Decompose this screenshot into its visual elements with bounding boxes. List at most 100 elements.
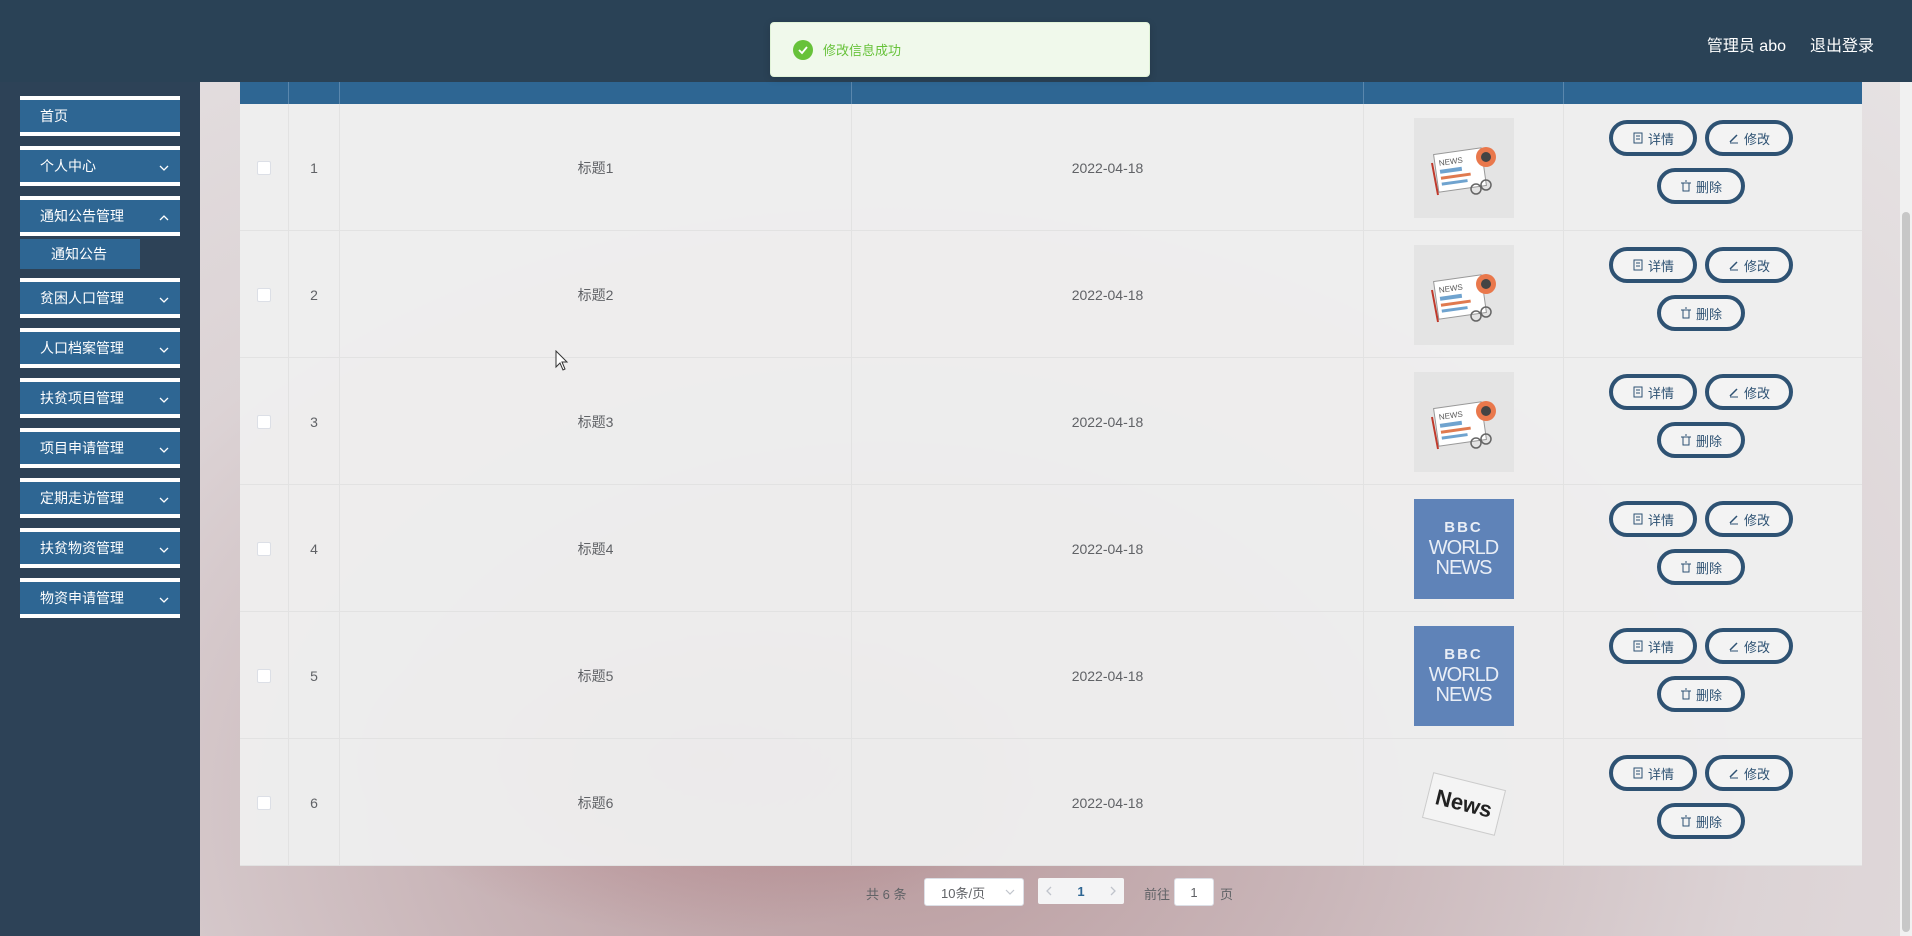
delete-button[interactable]: 删除 [1657,803,1745,839]
header-cell-title [340,82,852,104]
sidebar-item-label: 扶贫物资管理 [40,540,124,556]
sidebar-item-material-application[interactable]: 物资申请管理 [20,578,180,618]
chevron-down-icon [159,597,169,603]
goto-label: 前往 [1144,887,1171,902]
edit-button[interactable]: 修改 [1705,120,1793,156]
table-row: 2 标题2 2022-04-18 NEWS 详情 修改 删除 [240,231,1862,358]
chevron-down-icon [159,397,169,403]
goto-page-input[interactable] [1174,878,1214,906]
delete-button[interactable]: 删除 [1657,168,1745,204]
bbc-logo-text: BBC [1444,518,1483,536]
pencil-icon [1729,388,1738,398]
edit-button[interactable]: 修改 [1705,755,1793,791]
sidebar-item-label: 物资申请管理 [40,590,124,606]
table-row: 3 标题3 2022-04-18 NEWS 详情 修改 删除 [240,358,1862,485]
sidebar-item-project-application[interactable]: 项目申请管理 [20,428,180,468]
detail-button[interactable]: 详情 [1609,247,1697,283]
scrollbar-thumb[interactable] [1902,212,1910,932]
row-title: 标题4 [340,485,852,612]
bbc-world-news-image: BBC WORLD NEWS [1413,498,1514,599]
edit-button[interactable]: 修改 [1705,501,1793,537]
document-icon [1633,767,1643,779]
row-checkbox[interactable] [257,541,271,556]
detail-button[interactable]: 详情 [1609,501,1697,537]
edit-button[interactable]: 修改 [1705,374,1793,410]
delete-button[interactable]: 删除 [1657,549,1745,585]
row-checkbox[interactable] [257,668,271,683]
sidebar-item-personal-center[interactable]: 个人中心 [20,146,180,186]
row-title: 标题5 [340,612,852,739]
sidebar-item-regular-visit[interactable]: 定期走访管理 [20,478,180,518]
vertical-scrollbar[interactable] [1900,82,1912,936]
notice-table: 1 标题1 2022-04-18 NEWS 详情 修改 删除 2 标题2 202… [240,82,1862,866]
sidebar-item-label: 首页 [40,108,68,124]
detail-button[interactable]: 详情 [1609,120,1697,156]
table-row: 4 标题4 2022-04-18 BBC WORLD NEWS 详情 修改 删除 [240,485,1862,612]
sidebar: 首页 个人中心 通知公告管理 通知公告 贫困人口管理 人口档案管理 扶贫项目管理… [0,82,200,936]
next-page-button[interactable] [1104,882,1122,900]
detail-button[interactable]: 详情 [1609,374,1697,410]
header-cell-index [289,82,340,104]
news-stamp-image: News [1414,753,1514,853]
delete-button[interactable]: 删除 [1657,422,1745,458]
delete-button[interactable]: 删除 [1657,295,1745,331]
sidebar-item-label: 通知公告管理 [40,208,124,224]
sidebar-item-notice-management[interactable]: 通知公告管理 [20,196,180,236]
row-title: 标题1 [340,104,852,231]
bbc-world-news-image: BBC WORLD NEWS [1413,625,1514,726]
document-icon [1633,513,1643,525]
document-icon [1633,386,1643,398]
chevron-down-icon [159,497,169,503]
world-text: WORLD [1428,663,1499,686]
detail-button[interactable]: 详情 [1609,628,1697,664]
page-unit-label: 页 [1220,887,1234,902]
newspaper-icon: NEWS [1430,146,1496,195]
delete-button[interactable]: 删除 [1657,676,1745,712]
row-index: 4 [289,485,340,612]
row-checkbox[interactable] [257,287,271,302]
chevron-down-icon [1005,889,1015,895]
news-text: NEWS [1435,556,1493,579]
main-content: 1 标题1 2022-04-18 NEWS 详情 修改 删除 2 标题2 202… [200,82,1912,936]
sidebar-item-poverty-project[interactable]: 扶贫项目管理 [20,378,180,418]
table-header [240,82,1862,104]
detail-button[interactable]: 详情 [1609,755,1697,791]
bbc-logo-text: BBC [1444,645,1483,663]
edit-button[interactable]: 修改 [1705,247,1793,283]
document-icon [1633,259,1643,271]
pencil-icon [1729,769,1738,779]
row-checkbox[interactable] [257,795,271,810]
row-checkbox[interactable] [257,160,271,175]
prev-page-button[interactable] [1040,882,1058,900]
mouse-cursor-icon [555,350,569,371]
trash-icon [1680,180,1691,192]
row-date: 2022-04-18 [852,104,1364,231]
page-size-select[interactable]: 10条/页 [924,878,1024,906]
sidebar-item-population-archive[interactable]: 人口档案管理 [20,328,180,368]
sidebar-item-poverty-materials[interactable]: 扶贫物资管理 [20,528,180,568]
row-checkbox[interactable] [257,414,271,429]
row-date: 2022-04-18 [852,612,1364,739]
pencil-icon [1729,515,1738,525]
edit-button[interactable]: 修改 [1705,628,1793,664]
row-date: 2022-04-18 [852,231,1364,358]
newspaper-icon: NEWS [1430,400,1496,449]
row-date: 2022-04-18 [852,485,1364,612]
page-number-current[interactable]: 1 [1066,878,1096,904]
trash-icon [1680,307,1691,319]
pagination-nav: 1 [1038,878,1124,904]
logout-button[interactable]: 退出登录 [1810,32,1874,56]
sidebar-item-label: 贫困人口管理 [40,290,124,306]
trash-icon [1680,434,1691,446]
pencil-icon [1729,642,1738,652]
trash-icon [1680,688,1691,700]
row-actions: 详情 修改 删除 [1564,231,1862,358]
pencil-icon [1729,134,1738,144]
chevron-down-icon [159,297,169,303]
sidebar-item-home[interactable]: 首页 [20,96,180,136]
sidebar-subitem-notice[interactable]: 通知公告 [20,239,140,269]
sidebar-item-poverty-population[interactable]: 贫困人口管理 [20,278,180,318]
row-index: 6 [289,739,340,866]
row-actions: 详情 修改 删除 [1564,739,1862,866]
sidebar-item-label: 定期走访管理 [40,490,124,506]
